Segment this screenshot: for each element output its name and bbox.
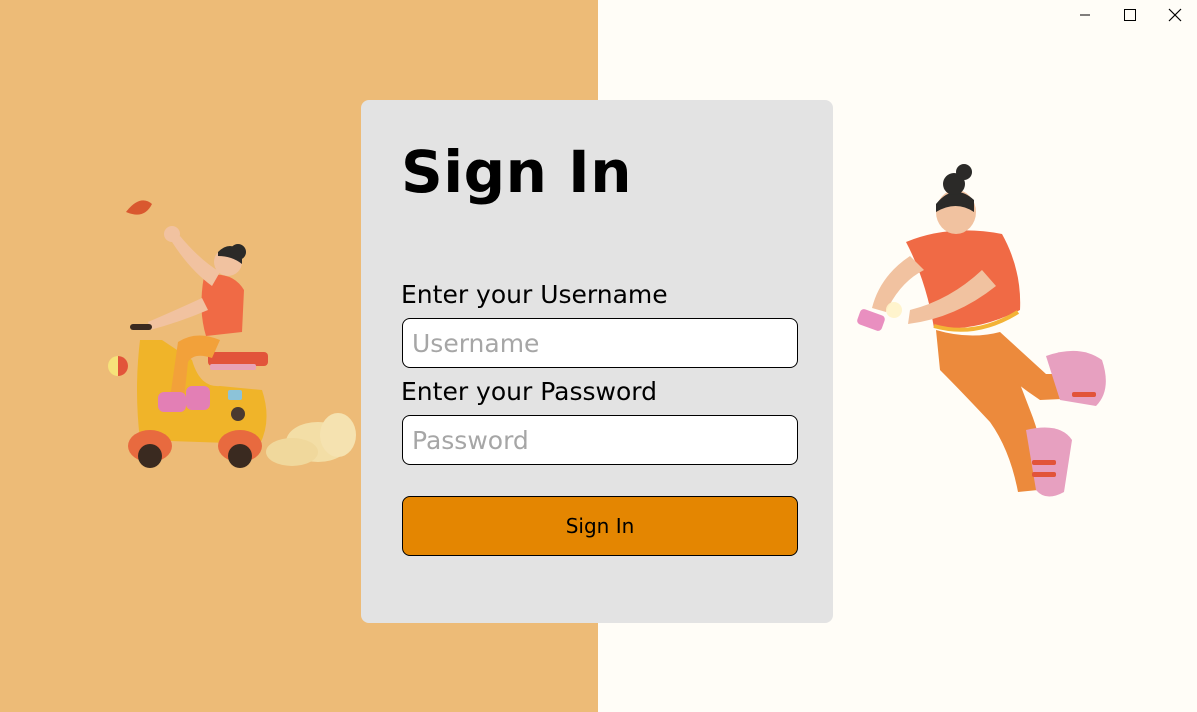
floating-person-phone-illustration bbox=[857, 164, 1106, 497]
minimize-button[interactable] bbox=[1062, 0, 1107, 30]
username-input[interactable] bbox=[402, 318, 798, 368]
maximize-icon bbox=[1123, 9, 1136, 21]
maximize-button[interactable] bbox=[1107, 0, 1152, 30]
window-controls bbox=[1062, 0, 1197, 30]
password-label: Enter your Password bbox=[401, 377, 657, 406]
login-window: Sign In Enter your Username Enter your P… bbox=[0, 0, 1197, 712]
minimize-icon bbox=[1079, 14, 1090, 16]
password-input[interactable] bbox=[402, 415, 798, 465]
page-title: Sign In bbox=[401, 138, 633, 206]
scooter-rider-illustration bbox=[108, 200, 356, 468]
username-label: Enter your Username bbox=[401, 280, 668, 309]
close-icon bbox=[1168, 8, 1181, 22]
close-button[interactable] bbox=[1152, 0, 1197, 30]
sign-in-button[interactable]: Sign In bbox=[402, 496, 798, 556]
login-card: Sign In Enter your Username Enter your P… bbox=[361, 100, 833, 623]
